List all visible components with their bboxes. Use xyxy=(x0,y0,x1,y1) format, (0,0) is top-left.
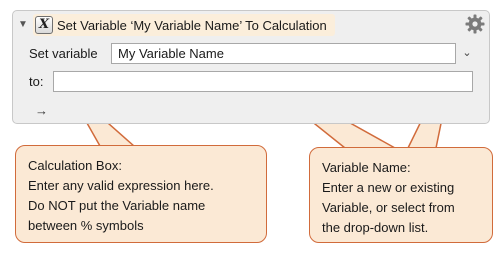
disclosure-triangle-down-icon[interactable]: ▼ xyxy=(17,19,29,31)
variable-name-field[interactable]: My Variable Name xyxy=(111,43,456,64)
callout-line: Calculation Box: xyxy=(28,158,122,173)
action-title: Set Variable ‘My Variable Name’ To Calcu… xyxy=(57,17,327,33)
calculation-box-callout: Calculation Box: Enter any valid express… xyxy=(15,145,267,243)
to-label: to: xyxy=(29,74,44,89)
callout-line: the drop-down list. xyxy=(322,220,429,235)
chevron-down-icon[interactable]: ⌄ xyxy=(461,47,473,59)
variable-name-callout: Variable Name: Enter a new or existing V… xyxy=(309,147,493,243)
arrow-right-icon[interactable]: → xyxy=(35,103,48,118)
calculation-field[interactable] xyxy=(53,71,473,92)
callout-line: Enter a new or existing xyxy=(322,180,455,195)
callout-line: Variable Name: xyxy=(322,160,411,175)
callout-line: Do NOT put the Variable name xyxy=(28,198,206,213)
gear-icon[interactable] xyxy=(465,14,485,34)
callout-line: Variable, or select from xyxy=(322,200,455,215)
callout-line: Enter any valid expression here. xyxy=(28,178,214,193)
set-variable-action-panel: ▼ X Set Variable ‘My Variable Name’ To C… xyxy=(12,10,490,124)
set-variable-label: Set variable xyxy=(29,46,98,61)
callout-line: between % symbols xyxy=(28,218,144,233)
x-calculation-icon: X xyxy=(35,16,53,34)
action-title-bar[interactable]: X Set Variable ‘My Variable Name’ To Cal… xyxy=(33,14,335,36)
